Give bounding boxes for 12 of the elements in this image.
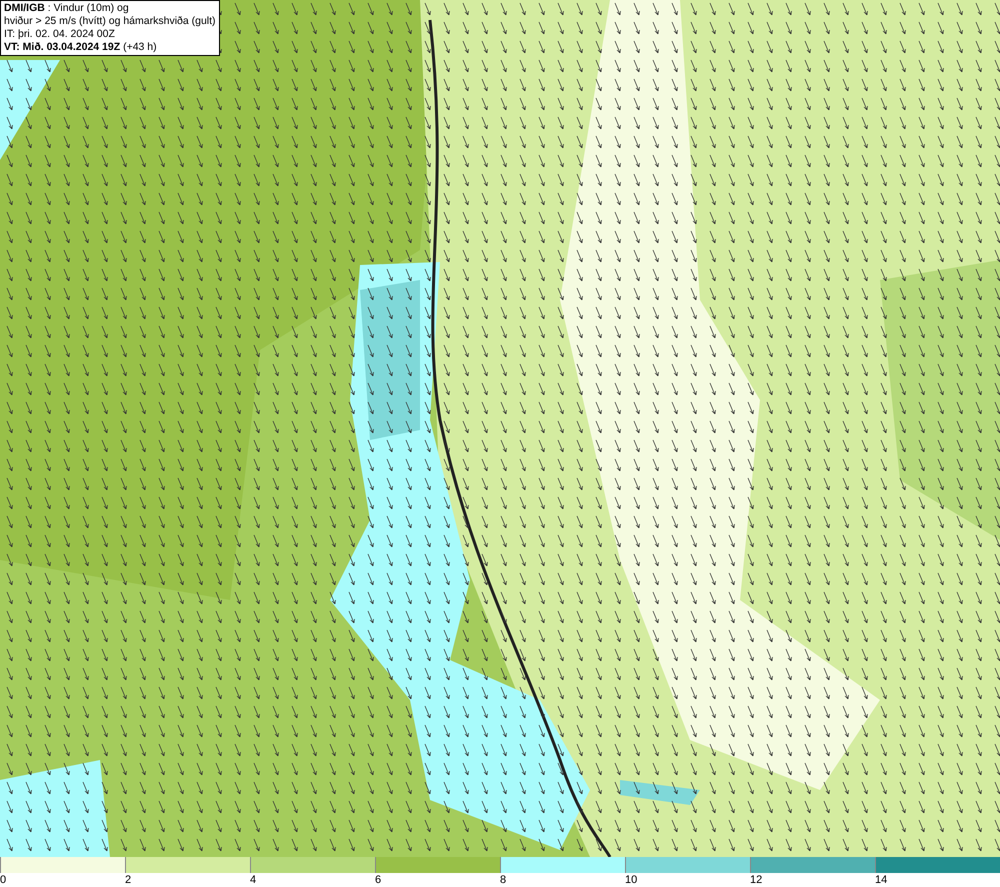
legend-label: 0 [0, 873, 6, 887]
title-line: IT: þri. 02. 04. 2024 00Z [4, 28, 116, 41]
title-line: DMI/IGB : Vindur (10m) og [4, 2, 130, 15]
legend-label: 12 [750, 873, 762, 887]
legend-label: 8 [500, 873, 506, 887]
legend-label: 4 [250, 873, 256, 887]
title-line: VT: Mið. 03.04.2024 19Z (+43 h) [4, 41, 158, 54]
legend-label: 6 [375, 873, 382, 887]
legend-label: 2 [125, 873, 132, 887]
legend-label: 14 [875, 873, 888, 887]
title-line: hviður > 25 m/s (hvítt) og hámarkshviða (gult) [4, 15, 216, 28]
legend-label: 10 [625, 873, 638, 887]
